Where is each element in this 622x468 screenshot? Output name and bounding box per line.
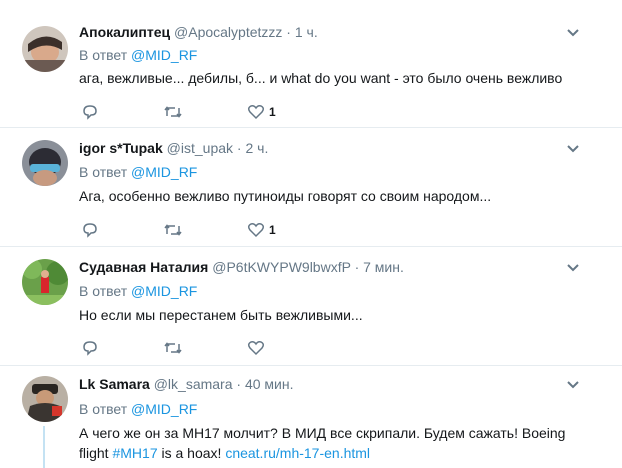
user-name[interactable]: Судавная Наталия <box>79 259 208 275</box>
tweet-4[interactable]: Lk Samara @lk_samara · 40 мин. В ответ @… <box>0 366 622 468</box>
tweet-text-line: flight #MH17 is a hoax! cneat.ru/mh-17-e… <box>79 443 599 463</box>
tweet-header: Судавная Наталия @P6tKWYPW9lbwxfP · 7 ми… <box>79 259 404 275</box>
url-link[interactable]: cneat.ru/mh-17-en.html <box>225 445 370 461</box>
tweet-actions: 1 <box>79 102 339 122</box>
reply-icon <box>83 223 97 238</box>
timestamp[interactable]: 1 ч. <box>295 24 318 40</box>
timestamp[interactable]: 7 мин. <box>363 259 404 275</box>
separator-dot: · <box>236 140 242 156</box>
reply-context: В ответ @MID_RF <box>79 47 197 63</box>
tweet-text: А чего же он за МН17 молчит? В МИД все с… <box>79 423 599 463</box>
retweet-button[interactable] <box>163 102 183 122</box>
avatar[interactable] <box>22 26 68 72</box>
avatar[interactable] <box>22 376 68 422</box>
tweet-1[interactable]: Апокалиптец @Apocalyptetzzz · 1 ч. В отв… <box>0 0 622 127</box>
retweet-icon <box>164 224 182 236</box>
like-icon <box>247 223 265 238</box>
user-handle[interactable]: @Apocalyptetzzz <box>174 24 282 40</box>
tweet-text: Ага, особенно вежливо путиноиды говорят … <box>79 188 492 204</box>
text-fragment: is a hoax! <box>157 445 226 461</box>
retweet-button[interactable] <box>163 220 183 240</box>
user-handle[interactable]: @P6tKWYPW9lbwxfP <box>212 259 350 275</box>
separator-dot: · <box>286 24 291 40</box>
retweet-button[interactable] <box>163 338 183 358</box>
tweet-actions: 1 <box>79 220 339 240</box>
hashtag-link[interactable]: #MH17 <box>112 445 157 461</box>
user-handle[interactable]: @lk_samara <box>154 376 233 392</box>
retweet-icon <box>164 106 182 118</box>
reply-context: В ответ @MID_RF <box>79 164 197 180</box>
like-button[interactable]: 1 <box>247 102 276 122</box>
user-name[interactable]: Lk Samara <box>79 376 150 392</box>
chevron-down-icon[interactable] <box>566 26 580 40</box>
tweet-text: ага, вежливые... дебилы, б... и what do … <box>79 70 563 86</box>
tweet-text: Но если мы перестанем быть вежливыми... <box>79 307 363 323</box>
reply-prefix: В ответ <box>79 401 128 417</box>
tweet-actions <box>79 338 339 358</box>
reply-to-link[interactable]: @MID_RF <box>131 401 197 417</box>
reply-button[interactable] <box>81 220 99 240</box>
like-icon <box>247 105 265 120</box>
tweet-text-line: А чего же он за МН17 молчит? В МИД все с… <box>79 425 566 441</box>
thread-line <box>43 426 45 468</box>
like-button[interactable]: 1 <box>247 220 276 240</box>
reply-button[interactable] <box>81 338 99 358</box>
reply-context: В ответ @MID_RF <box>79 401 197 417</box>
separator-dot: · <box>236 376 242 392</box>
tweet-2[interactable]: igor s*Tupak @ist_upak · 2 ч. В ответ @M… <box>0 128 622 246</box>
retweet-icon <box>164 342 182 354</box>
reply-prefix: В ответ <box>79 283 128 299</box>
tweet-header: Апокалиптец @Apocalyptetzzz · 1 ч. <box>79 24 318 40</box>
reply-to-link[interactable]: @MID_RF <box>131 47 197 63</box>
like-icon <box>247 341 265 356</box>
text-fragment: flight <box>79 445 113 461</box>
reply-context: В ответ @MID_RF <box>79 283 197 299</box>
reply-prefix: В ответ <box>79 47 128 63</box>
reply-button[interactable] <box>81 102 99 122</box>
separator-dot: · <box>354 259 360 275</box>
timestamp[interactable]: 40 мин. <box>245 376 294 392</box>
tweet-3[interactable]: Судавная Наталия @P6tKWYPW9lbwxfP · 7 ми… <box>0 247 622 365</box>
reply-to-link[interactable]: @MID_RF <box>131 164 197 180</box>
user-handle[interactable]: @ist_upak <box>167 140 233 156</box>
reply-prefix: В ответ <box>79 164 128 180</box>
timestamp[interactable]: 2 ч. <box>245 140 268 156</box>
like-count: 1 <box>269 105 276 119</box>
like-count: 1 <box>269 223 276 237</box>
like-button[interactable] <box>247 338 269 358</box>
reply-to-link[interactable]: @MID_RF <box>131 283 197 299</box>
user-name[interactable]: igor s*Tupak <box>79 140 163 156</box>
avatar[interactable] <box>22 259 68 305</box>
user-name[interactable]: Апокалиптец <box>79 24 170 40</box>
chevron-down-icon[interactable] <box>566 261 580 275</box>
reply-icon <box>83 341 97 356</box>
chevron-down-icon[interactable] <box>566 378 580 392</box>
avatar[interactable] <box>22 140 68 186</box>
tweet-header: igor s*Tupak @ist_upak · 2 ч. <box>79 140 268 156</box>
tweet-header: Lk Samara @lk_samara · 40 мин. <box>79 376 294 392</box>
reply-icon <box>83 105 97 120</box>
chevron-down-icon[interactable] <box>566 142 580 156</box>
